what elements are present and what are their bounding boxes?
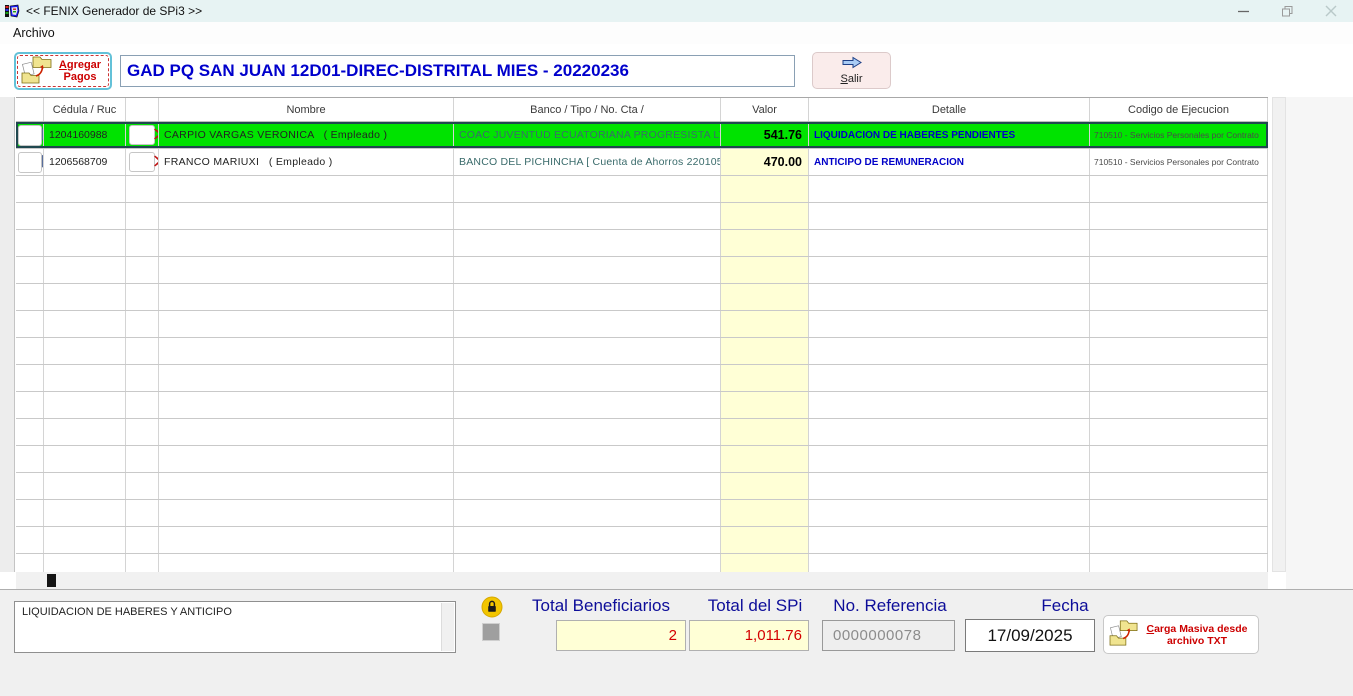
table-row[interactable]: 1204160988 CARPIO VARGAS VERONICA ( Empl… [16,122,1268,149]
close-button[interactable] [1309,0,1353,22]
delete-row-icon [126,149,159,175]
carga-masiva-icon [1108,619,1140,650]
descripcion-text: LIQUIDACION DE HABERES Y ANTICIPO [22,606,232,618]
footer-panel: LIQUIDACION DE HABERES Y ANTICIPO Total … [0,589,1353,696]
lock-icon [481,596,503,618]
delete-row-icon [126,122,159,148]
window-title: << FENIX Generador de SPi3 >> [26,4,202,18]
restore-button[interactable] [1265,0,1309,22]
empty-table-row[interactable] [16,257,1268,284]
header-valor: Valor [721,98,809,121]
lock-button[interactable] [481,596,503,618]
descripcion-textarea[interactable]: LIQUIDACION DE HABERES Y ANTICIPO [14,601,456,653]
empty-table-row[interactable] [16,203,1268,230]
app-icon [5,4,20,18]
valor-cell: 541.76 [721,122,809,148]
delete-row-button[interactable] [129,152,155,172]
edit-row-button[interactable] [18,125,42,146]
fecha-label: Fecha [1000,596,1130,616]
empty-table-row[interactable] [16,284,1268,311]
horizontal-scrollbar[interactable] [16,572,1268,589]
title-bar: << FENIX Generador de SPi3 >> [0,0,1353,22]
detalle-cell: ANTICIPO DE REMUNERACION [809,149,1090,175]
record-selector-strip [0,97,15,572]
codigo-cell: 710510 - Servicios Personales por Contra… [1090,122,1268,148]
empty-table-row[interactable] [16,230,1268,257]
menu-bar: Archivo [0,22,1353,44]
carga-masiva-button[interactable]: Carga Masiva desdearchivo TXT [1103,615,1259,654]
empty-table-row[interactable] [16,338,1268,365]
fecha-input[interactable] [965,619,1095,652]
empty-table-row[interactable] [16,392,1268,419]
header-delete-col [126,98,159,121]
header-nombre: Nombre [159,98,454,121]
empty-table-row[interactable] [16,419,1268,446]
empty-table-row[interactable] [16,500,1268,527]
total-spi-label: Total del SPi [690,596,820,616]
descripcion-scrollbar[interactable] [441,603,454,651]
gray-square-button[interactable] [482,623,500,641]
minimize-button[interactable] [1221,0,1265,22]
agregar-pagos-button[interactable]: AgregarPagos [14,52,112,90]
empty-table-row[interactable] [16,446,1268,473]
header-codigo: Codigo de Ejecucion [1090,98,1268,121]
agregar-pagos-label: AgregarPagos [54,59,106,83]
nombre-cell: FRANCO MARIUXI ( Empleado ) [159,149,454,175]
payments-grid: Cédula / Ruc Nombre Banco / Tipo / No. C… [16,97,1268,572]
right-gutter [1286,97,1353,589]
banco-cell: BANCO DEL PICHINCHA [ Cuenta de Ahorros … [454,149,721,175]
agregar-pagos-icon [20,55,54,88]
carga-masiva-label: Carga Masiva desdearchivo TXT [1140,623,1254,647]
table-row[interactable]: 1206568709 FRANCO MARIUXI ( Empleado ) B… [16,149,1268,176]
header-detalle: Detalle [809,98,1090,121]
salir-icon [841,56,863,72]
header-edit-col [16,98,44,121]
valor-cell: 470.00 [721,149,809,175]
nombre-cell: CARPIO VARGAS VERONICA ( Empleado ) [159,122,454,148]
spi-title-input[interactable] [120,55,795,87]
total-beneficiarios-label: Total Beneficiarios [515,596,687,616]
horizontal-scrollbar-thumb[interactable] [47,574,56,587]
header-banco: Banco / Tipo / No. Cta / [454,98,721,121]
empty-table-row[interactable] [16,176,1268,203]
codigo-cell: 710510 - Servicios Personales por Contra… [1090,149,1268,175]
empty-table-row[interactable] [16,473,1268,500]
application-window: << FENIX Generador de SPi3 >> Archivo [0,0,1353,696]
total-beneficiarios-field: 2 [556,620,686,651]
salir-label: Salir [840,73,862,85]
no-referencia-label: No. Referencia [820,596,960,616]
banco-cell: COAC JUVENTUD ECUATORIANA PROGRESISTA LT… [454,122,721,148]
salir-button[interactable]: Salir [812,52,891,89]
cedula-cell: 1206568709 [44,149,126,175]
empty-table-row[interactable] [16,554,1268,572]
empty-table-row[interactable] [16,311,1268,338]
vertical-scrollbar[interactable] [1272,97,1286,572]
total-spi-field: 1,011.76 [689,620,809,651]
grid-body: 1204160988 CARPIO VARGAS VERONICA ( Empl… [16,122,1268,572]
menu-archivo[interactable]: Archivo [9,24,59,42]
edit-row-button[interactable] [18,152,42,173]
grid-header: Cédula / Ruc Nombre Banco / Tipo / No. C… [16,97,1268,122]
header-cedula: Cédula / Ruc [44,98,126,121]
empty-table-row[interactable] [16,365,1268,392]
edit-row-icon [16,122,44,148]
edit-row-icon [16,149,44,175]
no-referencia-field: 0000000078 [822,620,955,651]
empty-table-row[interactable] [16,527,1268,554]
detalle-cell: LIQUIDACION DE HABERES PENDIENTES [809,122,1090,148]
delete-row-button[interactable] [129,125,155,145]
cedula-cell: 1204160988 [44,122,126,148]
